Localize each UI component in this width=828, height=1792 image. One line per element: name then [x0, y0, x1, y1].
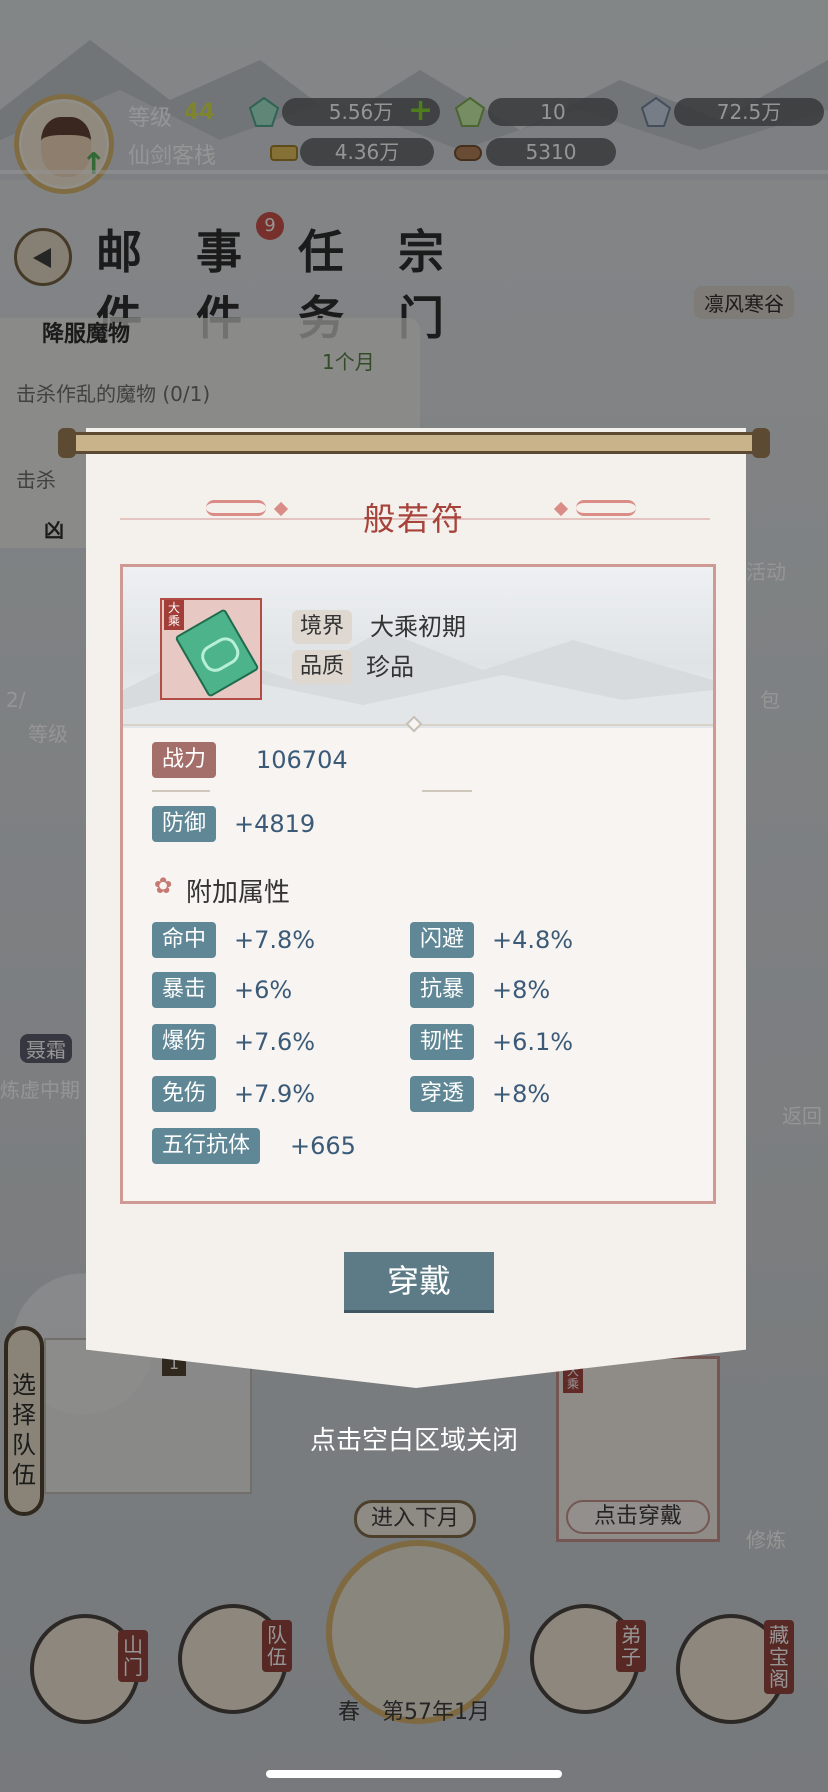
attr-value-crit: +6% — [234, 976, 293, 1004]
power-underline-right — [422, 790, 472, 792]
attr-value-dodge: +4.8% — [492, 926, 574, 954]
attr-label-crit-dmg: 爆伤 — [152, 1024, 217, 1060]
wear-button[interactable]: 穿戴 — [344, 1252, 494, 1310]
attr-label-wuxing: 五行抗体 — [152, 1128, 261, 1164]
extra-attrs-title: 附加属性 — [186, 878, 291, 908]
scroll-rod-end-right — [752, 428, 770, 458]
attr-label-crit: 暴击 — [152, 972, 217, 1008]
attr-label-crit-resist: 抗暴 — [410, 972, 475, 1008]
realm-label: 境界 — [292, 610, 353, 644]
defense-label: 防御 — [152, 806, 217, 842]
defense-value: +4819 — [234, 810, 316, 838]
attr-label-toughness: 韧性 — [410, 1024, 475, 1060]
power-underline-left — [152, 790, 210, 792]
attr-value-dmg-reduction: +7.9% — [234, 1080, 316, 1108]
quality-label: 品质 — [292, 650, 353, 684]
flower-icon: ✿ — [154, 874, 173, 899]
attr-label-penetration: 穿透 — [410, 1076, 475, 1112]
attr-value-hit: +7.8% — [234, 926, 316, 954]
realm-value: 大乘初期 — [370, 613, 466, 641]
attr-value-crit-dmg: +7.6% — [234, 1028, 316, 1056]
scroll-rod — [64, 432, 764, 454]
attr-value-wuxing: +665 — [290, 1132, 356, 1160]
attr-label-hit: 命中 — [152, 922, 217, 958]
attr-value-toughness: +6.1% — [492, 1028, 574, 1056]
home-indicator[interactable] — [266, 1770, 562, 1778]
close-hint: 点击空白区域关闭 — [309, 1426, 518, 1456]
item-name-title: 般若符 — [362, 500, 465, 538]
attr-value-penetration: +8% — [492, 1080, 551, 1108]
item-realm-tag: 大乘 — [164, 600, 184, 630]
scroll-rod-end-left — [58, 428, 76, 458]
attr-label-dmg-reduction: 免伤 — [152, 1076, 217, 1112]
attr-value-crit-resist: +8% — [492, 976, 551, 1004]
power-value: 106704 — [256, 746, 348, 774]
attr-label-dodge: 闪避 — [410, 922, 475, 958]
power-label: 战力 — [152, 742, 217, 778]
quality-value: 珍品 — [366, 653, 414, 681]
